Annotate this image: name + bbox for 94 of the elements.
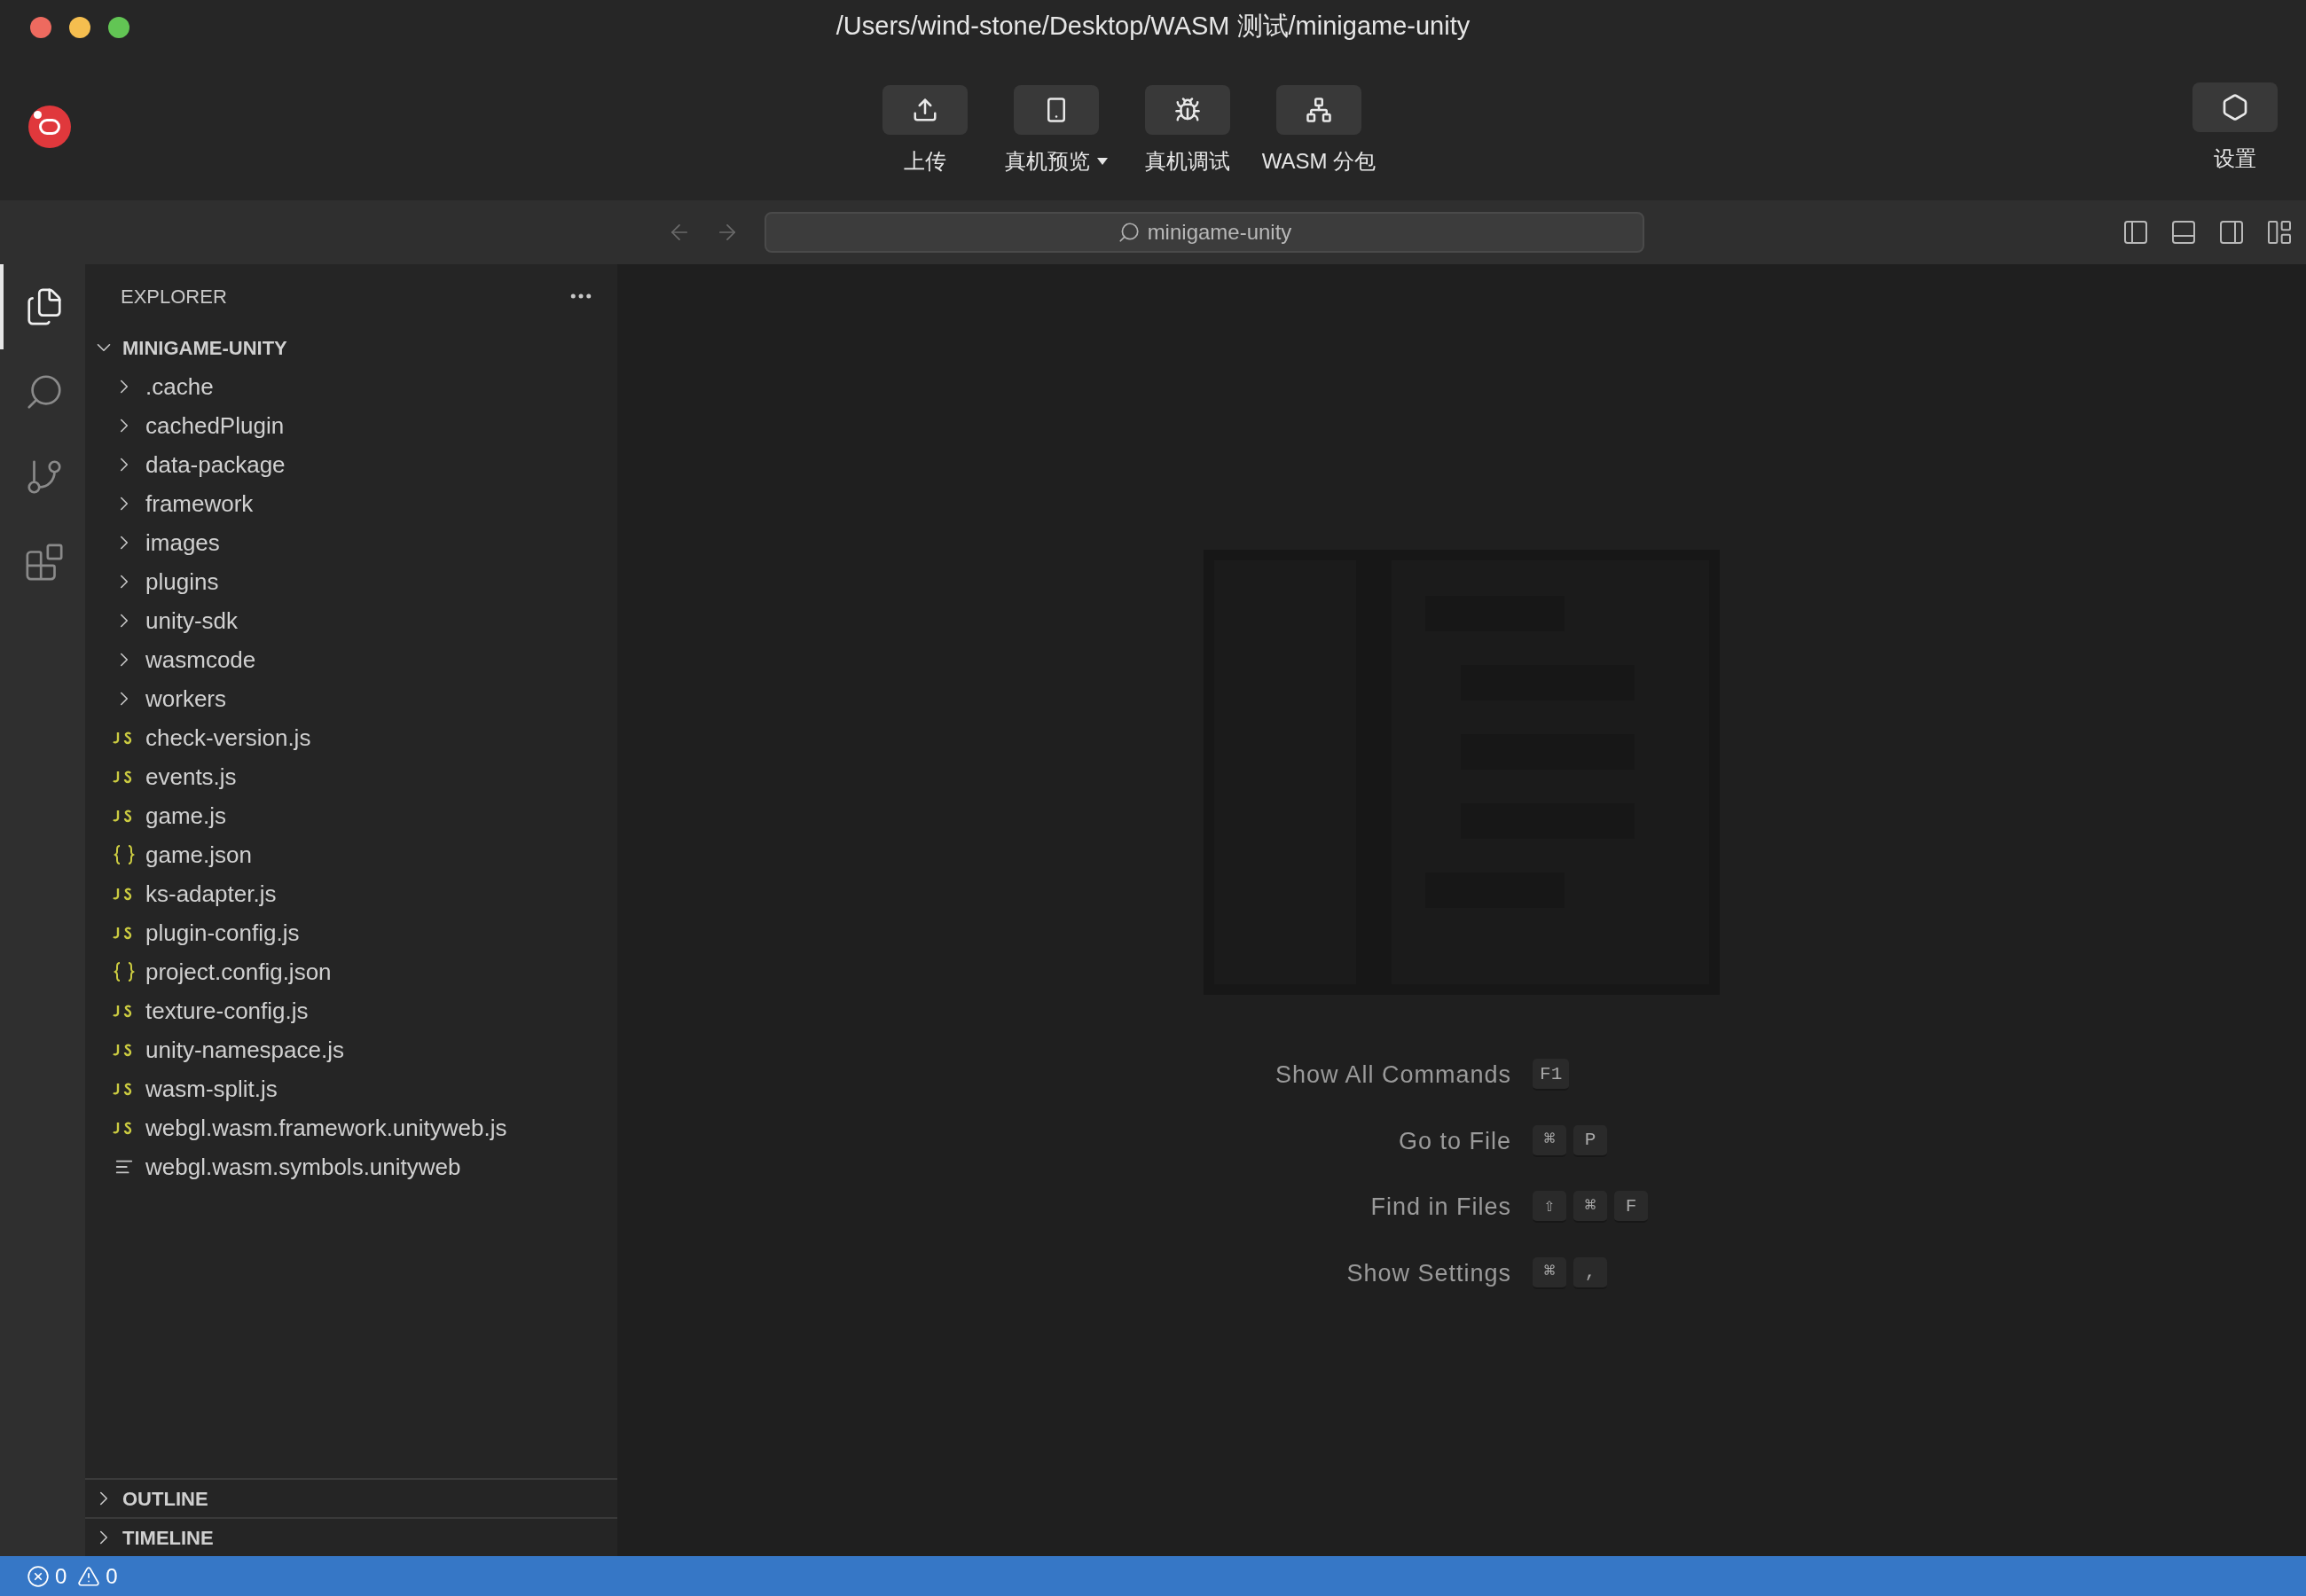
extensions-icon [24, 542, 65, 583]
shortcut-label: Find in Files [1369, 1193, 1512, 1222]
tree-item-label: project.config.json [145, 957, 332, 987]
tree-item[interactable]: webgl.wasm.framework.unityweb.js [85, 1108, 617, 1147]
explorer-title: EXPLORER [121, 284, 227, 309]
toolbar-button[interactable] [1276, 85, 1361, 135]
key-cap: P [1573, 1124, 1608, 1157]
section-title: OUTLINE [122, 1486, 208, 1512]
tree-item-label: unity-namespace.js [145, 1035, 344, 1065]
tree-item[interactable]: workers [85, 679, 617, 718]
tree-item-label: framework [145, 489, 254, 519]
tree-item[interactable]: data-package [85, 445, 617, 484]
tree-item[interactable]: .cache [85, 367, 617, 406]
toggle-panel-icon[interactable] [2169, 218, 2198, 246]
toggle-secondary-sidebar-icon[interactable] [2217, 218, 2246, 246]
toolbar-button[interactable] [1145, 85, 1230, 135]
tree-item-label: unity-sdk [145, 606, 239, 636]
tree-item[interactable]: wasmcode [85, 640, 617, 679]
tree-item[interactable]: framework [85, 484, 617, 523]
minimize-window-button[interactable] [69, 17, 90, 38]
tree-item[interactable]: texture-config.js [85, 991, 617, 1030]
tree-item-label: texture-config.js [145, 996, 309, 1026]
tree-item[interactable]: check-version.js [85, 718, 617, 757]
maximize-window-button[interactable] [108, 17, 129, 38]
section-header[interactable]: OUTLINE [85, 1478, 617, 1517]
tree-item[interactable]: game.json [85, 835, 617, 874]
close-window-button[interactable] [30, 17, 51, 38]
tree-item[interactable]: unity-namespace.js [85, 1030, 617, 1069]
tree-item-label: events.js [145, 762, 237, 792]
tree-item-label: workers [145, 684, 226, 714]
tree-item-label: wasm-split.js [145, 1074, 278, 1104]
tree-item-label: wasmcode [145, 645, 256, 675]
shortcut-label: Show Settings [1345, 1258, 1512, 1288]
hierarchy-icon [1306, 97, 1332, 123]
warning-count[interactable]: 0 [106, 1560, 118, 1592]
tree-item[interactable]: cachedPlugin [85, 406, 617, 445]
search-icon [1117, 221, 1141, 244]
shortcut-label: Show All Commands [1275, 1060, 1512, 1090]
warning-icon [77, 1564, 101, 1588]
tree-item-label: images [145, 528, 220, 558]
toolbar-label[interactable]: 上传 [904, 145, 946, 177]
caret-icon [1097, 158, 1108, 165]
shortcut-label: Go to File [1398, 1126, 1512, 1156]
key-cap: ⌘ [1573, 1191, 1608, 1224]
tree-item[interactable]: ks-adapter.js [85, 874, 617, 913]
tree-item[interactable]: MINIGAME-UNITY [85, 328, 617, 367]
tree-item-label: game.js [145, 801, 227, 831]
toolbar-label[interactable]: 真机预览 [1005, 145, 1108, 177]
toggle-sidebar-icon[interactable] [2122, 218, 2150, 246]
key-cap: ⇧ [1533, 1191, 1567, 1224]
settings-icon [2221, 93, 2249, 121]
tree-item-label: game.json [145, 840, 252, 870]
tree-item[interactable]: webgl.wasm.symbols.unityweb [85, 1147, 617, 1186]
bug-icon [1174, 97, 1201, 123]
error-count[interactable]: 0 [55, 1560, 67, 1592]
tree-item-label: plugins [145, 567, 219, 597]
toolbar-button[interactable] [1014, 85, 1099, 135]
settings-label: 设置 [2214, 145, 2256, 172]
window-title: /Users/wind-stone/Desktop/WASM 测试/minigame-unity [835, 11, 1471, 43]
braces-icon [112, 962, 137, 982]
command-center-label: minigame-unity [1147, 219, 1292, 246]
key-cap: F1 [1533, 1059, 1570, 1091]
toolbar-label[interactable]: WASM 分包 [1261, 145, 1377, 177]
tree-item-label: plugin-config.js [145, 918, 300, 948]
tree-item[interactable]: plugin-config.js [85, 913, 617, 952]
tree-item-label: webgl.wasm.symbols.unityweb [145, 1152, 461, 1182]
section-title: TIMELINE [122, 1525, 214, 1551]
command-center-field[interactable]: minigame-unity [765, 212, 1644, 253]
tree-item[interactable]: project.config.json [85, 952, 617, 991]
key-cap: ⌘ [1533, 1256, 1567, 1289]
tree-item[interactable]: events.js [85, 757, 617, 796]
tree-item-label: MINIGAME-UNITY [122, 335, 287, 361]
tree-item[interactable]: plugins [85, 562, 617, 601]
toolbar-label[interactable]: 真机调试 [1145, 145, 1230, 177]
tree-item[interactable]: wasm-split.js [85, 1069, 617, 1108]
braces-icon [112, 845, 137, 864]
tree-item-label: webgl.wasm.framework.unityweb.js [145, 1113, 507, 1143]
tree-item-label: check-version.js [145, 723, 311, 753]
tree-item[interactable]: unity-sdk [85, 601, 617, 640]
key-cap: ⌘ [1533, 1124, 1567, 1157]
app-logo [28, 106, 71, 148]
key-cap: , [1573, 1256, 1608, 1289]
settings-button[interactable] [2192, 82, 2278, 132]
tree-item-label: .cache [145, 372, 214, 402]
upload-icon [912, 97, 938, 123]
toolbar-button[interactable] [882, 85, 968, 135]
key-cap: F [1614, 1191, 1649, 1224]
tree-item-label: ks-adapter.js [145, 879, 277, 909]
tree-item-label: data-package [145, 450, 286, 480]
layout-icon[interactable] [2265, 218, 2294, 246]
tree-item[interactable]: game.js [85, 796, 617, 835]
tree-item[interactable]: images [85, 523, 617, 562]
error-icon [27, 1564, 50, 1588]
tree-item-label: cachedPlugin [145, 411, 285, 441]
